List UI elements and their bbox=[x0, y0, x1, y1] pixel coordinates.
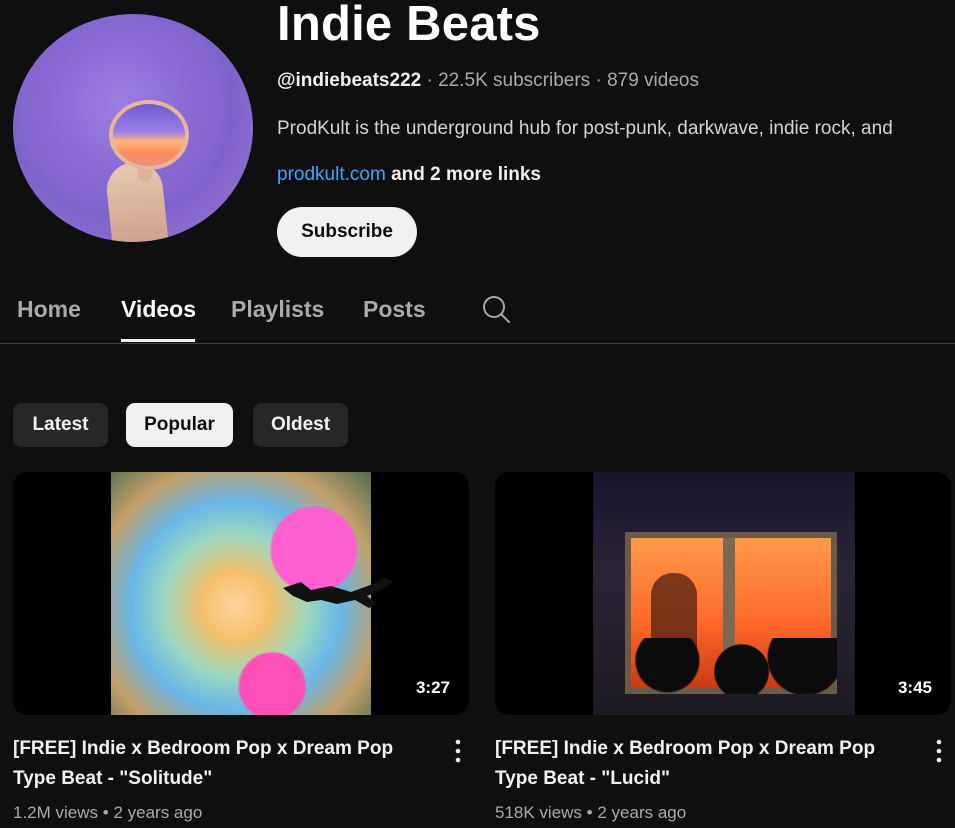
video-title[interactable]: [FREE] Indie x Bedroom Pop x Dream Pop T… bbox=[13, 734, 423, 794]
channel-links: prodkult.com and 2 more links bbox=[277, 164, 541, 186]
search-icon[interactable] bbox=[481, 294, 511, 324]
channel-description[interactable]: ProdKult is the underground hub for post… bbox=[277, 118, 955, 140]
meta-dot: • bbox=[586, 803, 598, 822]
meta-dot: • bbox=[102, 803, 114, 822]
channel-tabs: Home Videos Playlists Posts bbox=[0, 288, 955, 344]
video-title[interactable]: [FREE] Indie x Bedroom Pop x Dream Pop T… bbox=[495, 734, 905, 794]
channel-handle: @indiebeats222 bbox=[277, 70, 422, 91]
channel-avatar[interactable] bbox=[13, 14, 253, 242]
tab-videos[interactable]: Videos bbox=[121, 296, 196, 323]
foliage bbox=[625, 638, 837, 694]
thumbnail-art bbox=[593, 472, 855, 715]
avatar-hand bbox=[104, 159, 170, 242]
video-duration: 3:27 bbox=[411, 675, 454, 701]
more-vert-icon[interactable] bbox=[449, 738, 467, 764]
more-links[interactable]: and 2 more links bbox=[391, 164, 541, 185]
upload-age: 2 years ago bbox=[597, 803, 687, 822]
video-duration: 3:45 bbox=[893, 675, 936, 701]
tab-home[interactable]: Home bbox=[17, 296, 81, 323]
more-vert-icon[interactable] bbox=[930, 738, 948, 764]
thumbnail-art bbox=[111, 472, 393, 715]
tab-playlists[interactable]: Playlists bbox=[231, 296, 324, 323]
active-tab-indicator bbox=[121, 339, 195, 342]
chip-oldest[interactable]: Oldest bbox=[253, 403, 348, 447]
channel-name: Indie Beats bbox=[277, 0, 541, 51]
channel-meta: @indiebeats222 · 22.5K subscribers · 879… bbox=[277, 70, 699, 92]
video-count: 879 videos bbox=[607, 70, 699, 91]
subscribe-button[interactable]: Subscribe bbox=[277, 207, 417, 257]
meta-separator: · bbox=[595, 70, 608, 91]
chip-latest[interactable]: Latest bbox=[13, 403, 108, 447]
meta-separator: · bbox=[426, 70, 439, 91]
video-thumbnail[interactable]: 3:27 bbox=[13, 472, 469, 715]
tab-posts[interactable]: Posts bbox=[363, 296, 426, 323]
lit-window bbox=[625, 532, 837, 694]
video-meta: 518K views • 2 years ago bbox=[495, 803, 686, 823]
upload-age: 2 years ago bbox=[113, 803, 203, 822]
floating-figure bbox=[283, 578, 393, 608]
video-thumbnail[interactable]: 3:45 bbox=[495, 472, 951, 715]
chip-popular[interactable]: Popular bbox=[126, 403, 233, 447]
view-count: 1.2M views bbox=[13, 803, 99, 822]
avatar-lens bbox=[109, 100, 189, 170]
view-count: 518K views bbox=[495, 803, 582, 822]
channel-link[interactable]: prodkult.com bbox=[277, 164, 386, 185]
video-meta: 1.2M views • 2 years ago bbox=[13, 803, 202, 823]
subscriber-count: 22.5K subscribers bbox=[438, 70, 591, 91]
